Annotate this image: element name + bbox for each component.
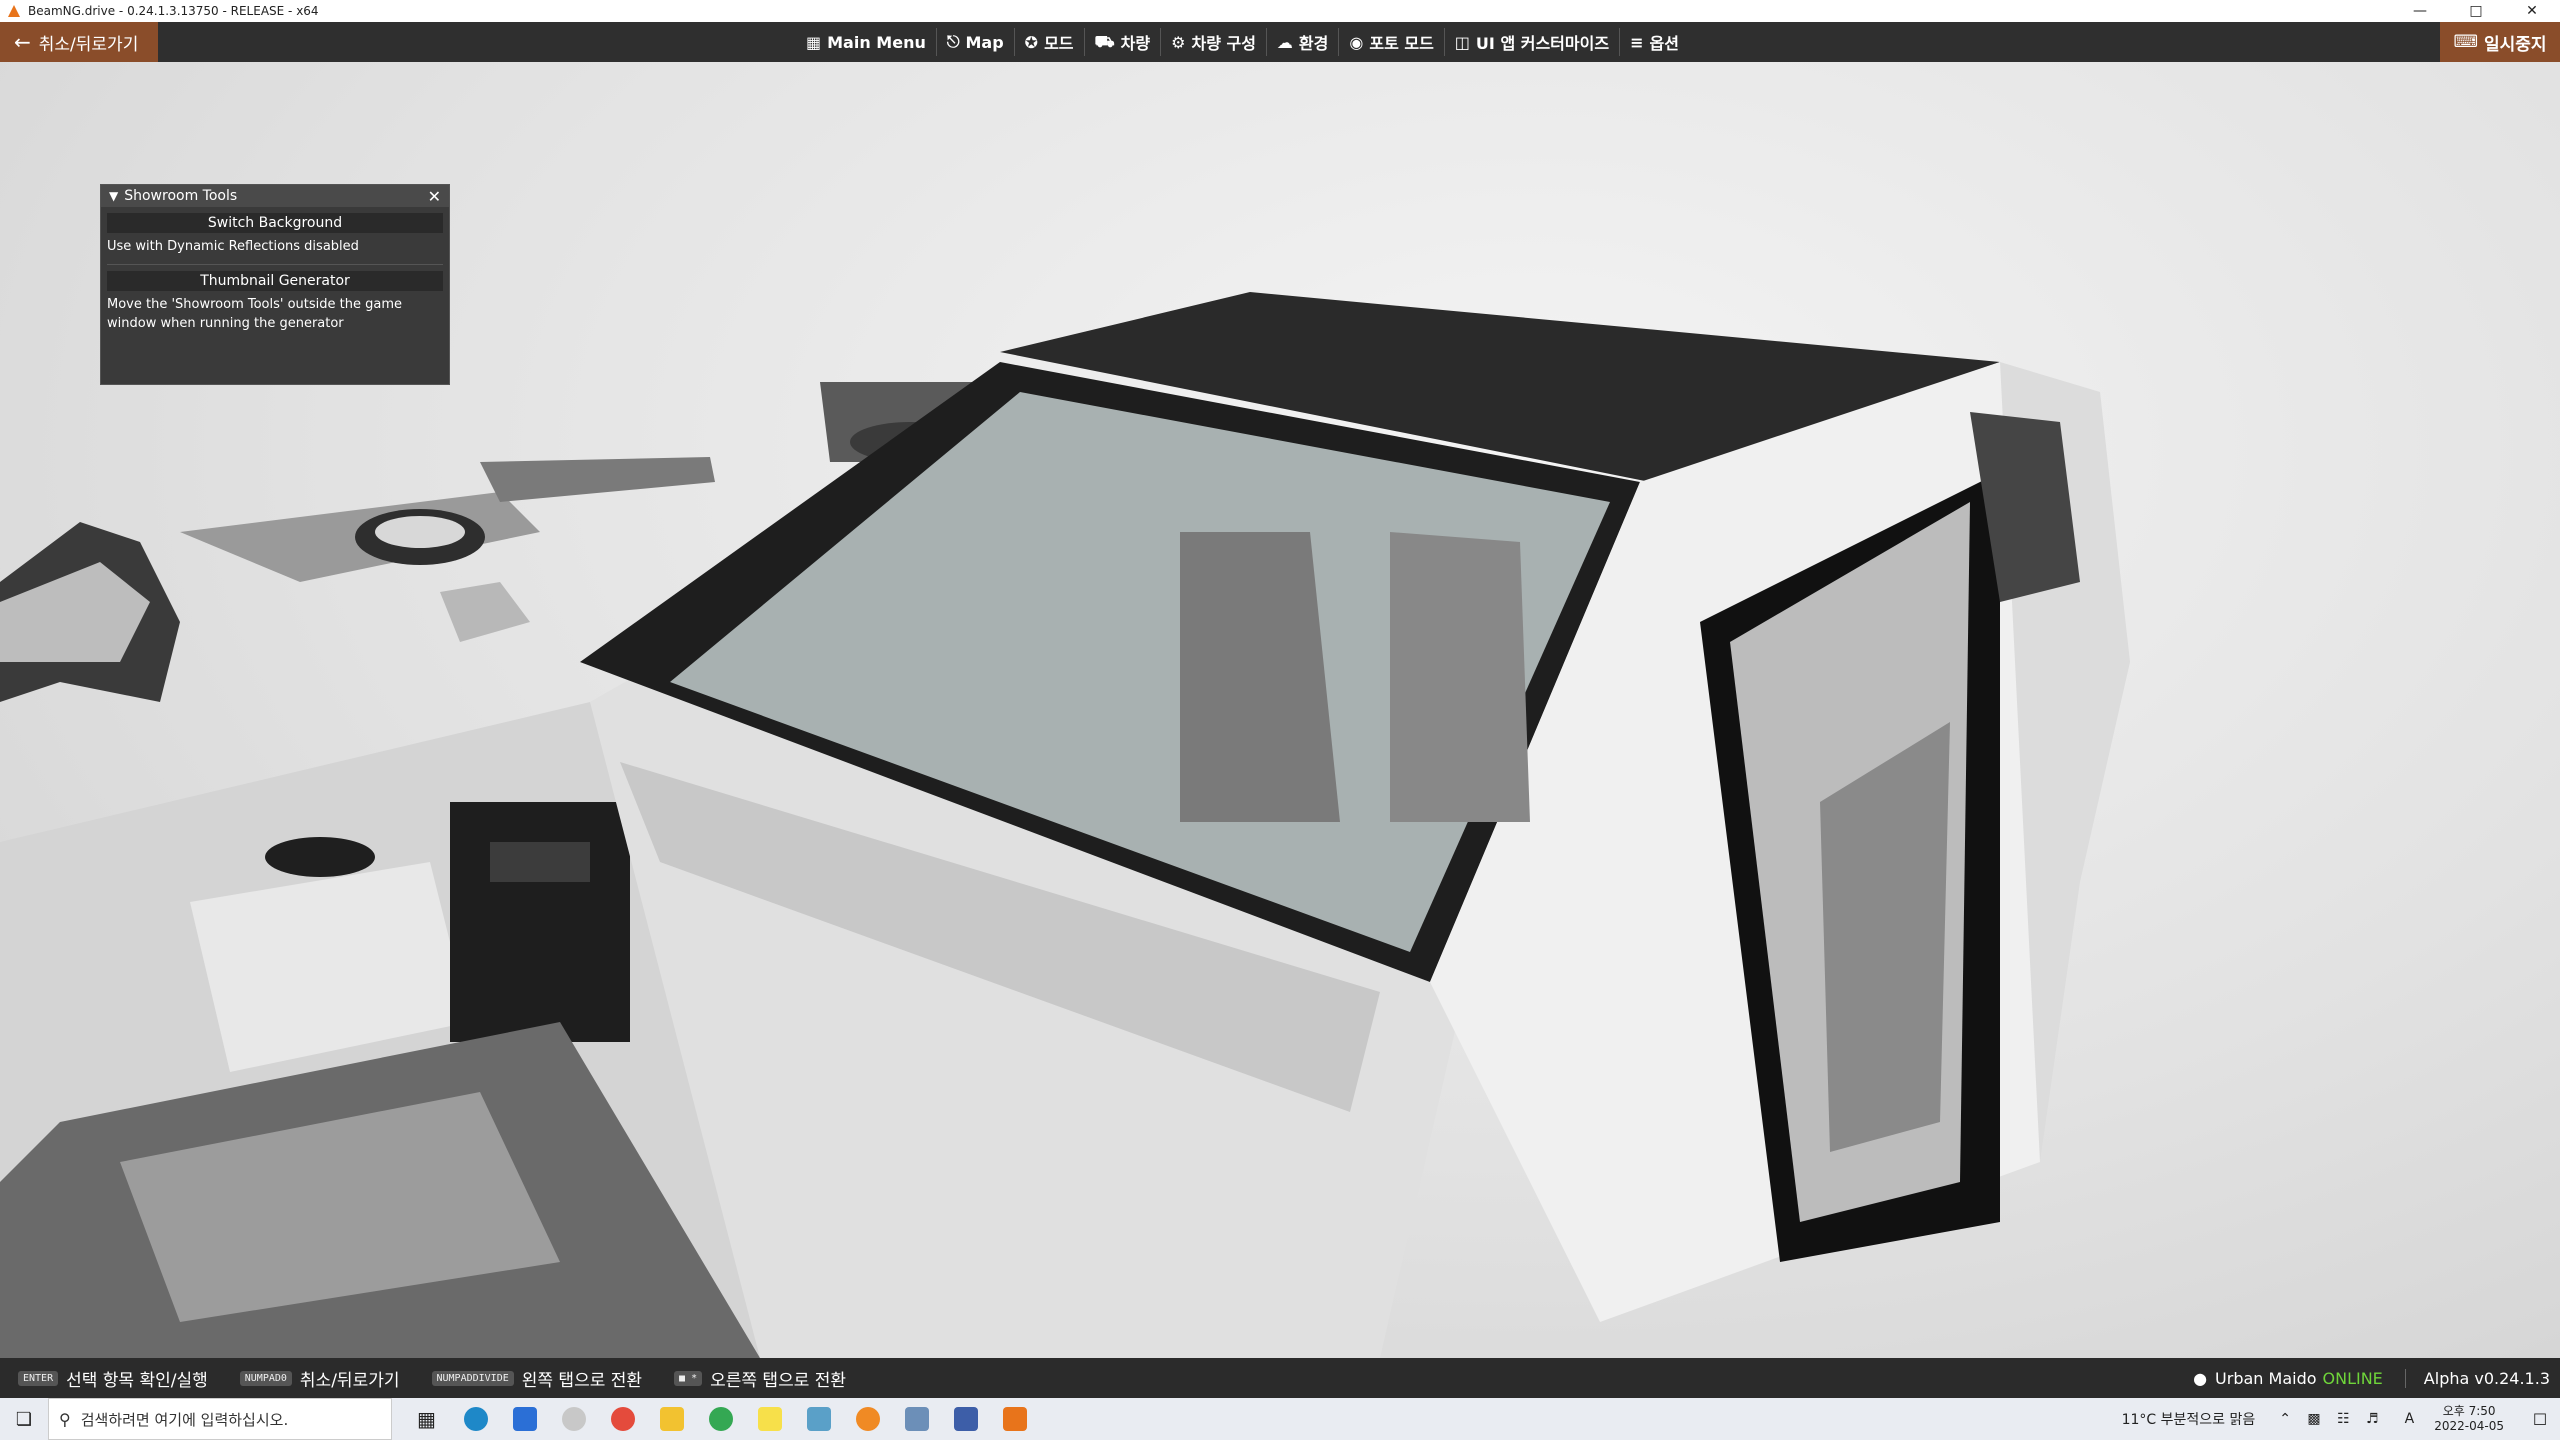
online-indicator: ONLINE bbox=[2322, 1368, 2383, 1388]
menu-label: Map bbox=[965, 32, 1004, 52]
thumbnail-note-line1: Move the 'Showroom Tools' outside the ga… bbox=[107, 297, 403, 312]
menu-item-vehicle-config[interactable]: ⚙ 차량 구성 bbox=[1161, 28, 1267, 56]
chrome-profile-icon[interactable] bbox=[696, 1398, 745, 1440]
menu-item-vehicles[interactable]: ⛟ 차량 bbox=[1085, 28, 1162, 56]
tray-icons[interactable]: ⌃ ▩ ☷ ♬ bbox=[2279, 1411, 2384, 1427]
menu-item-ui-apps[interactable]: ◫ UI 앱 커스터마이즈 bbox=[1445, 28, 1621, 56]
menu-label: Main Menu bbox=[827, 32, 926, 52]
windows-start-icon[interactable]: ❏ bbox=[0, 1398, 48, 1440]
menu-item-options[interactable]: ≡ 옵션 bbox=[1620, 28, 1689, 56]
edge-browser-icon[interactable] bbox=[451, 1398, 500, 1440]
key-badge: NUMPAD0 bbox=[239, 1370, 292, 1386]
collapse-triangle-icon[interactable]: ▼ bbox=[109, 189, 118, 203]
key-badge: ■ * bbox=[674, 1370, 703, 1386]
paint-icon[interactable] bbox=[549, 1398, 598, 1440]
kakaotalk-icon[interactable] bbox=[745, 1398, 794, 1440]
main-menu-items: ▦ Main Menu ⎋ Map ✪ 모드 ⛟ 차량 ⚙ 차량 구성 ☁ 환경 ◉ 포토 모… bbox=[796, 22, 1689, 62]
menu-item-photo-mode[interactable]: ◉ 포토 모드 bbox=[1339, 28, 1445, 56]
panel-title: Showroom Tools bbox=[124, 188, 238, 204]
maximize-icon[interactable]: □ bbox=[2448, 0, 2504, 22]
menu-item-map[interactable]: ⎋ Map bbox=[937, 28, 1015, 56]
search-icon: ⚲ bbox=[59, 1409, 71, 1429]
clock-date: 2022-04-05 bbox=[2434, 1419, 2504, 1433]
camera-icon: ◉ bbox=[1349, 32, 1364, 52]
pause-button-label: 일시중지 bbox=[2483, 34, 2547, 55]
menu-label: 차량 bbox=[1120, 34, 1151, 53]
menu-item-main-menu[interactable]: ▦ Main Menu bbox=[796, 28, 937, 56]
menu-label: UI 앱 커스터마이즈 bbox=[1475, 34, 1610, 53]
panel-header[interactable]: ▼ Showroom Tools ✕ bbox=[101, 185, 449, 207]
system-tray: 11°C 부분적으로 맑음 ⌃ ▩ ☷ ♬ A 오후 7:50 2022-04-… bbox=[2122, 1398, 2560, 1440]
search-placeholder: 검색하려면 여기에 입력하십시오. bbox=[80, 1410, 289, 1429]
menu-label: 옵션 bbox=[1649, 34, 1679, 53]
car-config-icon: ⚙ bbox=[1171, 32, 1186, 52]
hint-tab-right: ■ * 오른쪽 탭으로 전환 bbox=[674, 1366, 846, 1391]
close-icon[interactable]: ✕ bbox=[2504, 0, 2560, 22]
switch-background-button[interactable]: Switch Background bbox=[107, 213, 443, 233]
username: Urban Maido bbox=[2215, 1368, 2317, 1388]
task-view-icon[interactable]: ▦ bbox=[402, 1398, 451, 1440]
window-titlebar: BeamNG.drive - 0.24.1.3.13750 - RELEASE … bbox=[0, 0, 2560, 22]
notification-icon[interactable]: ☐ bbox=[2520, 1410, 2560, 1429]
menu-item-environment[interactable]: ☁ 환경 bbox=[1267, 28, 1340, 56]
clock[interactable]: 오후 7:50 2022-04-05 bbox=[2434, 1404, 2504, 1434]
keyboard-icon: ⌨ bbox=[2453, 32, 2478, 52]
showroom-tools-panel: ▼ Showroom Tools ✕ Switch Background Use… bbox=[100, 184, 450, 385]
taskbar-search-box[interactable]: ⚲ 검색하려면 여기에 입력하십시오. bbox=[48, 1398, 392, 1440]
menu-label: 포토 모드 bbox=[1369, 34, 1434, 53]
car-icon: ⛟ bbox=[1094, 31, 1115, 51]
menu-label: 모드 bbox=[1044, 34, 1074, 53]
switch-background-note: Use with Dynamic Reflections disabled bbox=[107, 239, 359, 254]
game-viewport[interactable]: ▼ Showroom Tools ✕ Switch Background Use… bbox=[0, 62, 2560, 1358]
pause-button[interactable]: ⌨ 일시중지 bbox=[2440, 22, 2560, 62]
back-button[interactable]: ← 취소/뒤로가기 bbox=[0, 22, 158, 62]
hint-confirm: ENTER 선택 항목 확인/실행 bbox=[18, 1366, 208, 1391]
menu-item-mods[interactable]: ✪ 모드 bbox=[1015, 28, 1085, 56]
hint-back: NUMPAD0 취소/뒤로가기 bbox=[239, 1366, 400, 1391]
ui-apps-icon: ◫ bbox=[1454, 32, 1470, 52]
menu-label: 차량 구성 bbox=[1191, 34, 1256, 53]
map-icon: ⎋ bbox=[946, 32, 960, 51]
beamng-taskbar-icon[interactable] bbox=[990, 1398, 1039, 1440]
blender-icon[interactable] bbox=[843, 1398, 892, 1440]
hint-tab-left: NUMPADDIVIDE 왼쪽 탭으로 전환 bbox=[431, 1366, 643, 1391]
file-explorer-icon[interactable] bbox=[647, 1398, 696, 1440]
panel-divider bbox=[107, 264, 443, 265]
online-status: ● Urban Maido ONLINE Alpha v0.24.1.3 bbox=[2193, 1358, 2560, 1398]
sliders-icon: ≡ bbox=[1630, 32, 1644, 52]
app-icon[interactable] bbox=[794, 1398, 843, 1440]
minimize-icon[interactable]: — bbox=[2392, 0, 2448, 22]
window-title: BeamNG.drive - 0.24.1.3.13750 - RELEASE … bbox=[28, 4, 319, 18]
back-button-label: 취소/뒤로가기 bbox=[38, 34, 139, 55]
version-label: Alpha v0.24.1.3 bbox=[2404, 1368, 2560, 1388]
main-menu-icon: ▦ bbox=[806, 32, 822, 52]
editor-icon[interactable] bbox=[941, 1398, 990, 1440]
puzzle-icon: ✪ bbox=[1024, 32, 1039, 52]
taskbar-pinned-apps: ▦ bbox=[402, 1398, 1039, 1440]
close-icon[interactable]: ✕ bbox=[428, 187, 441, 206]
weather-icon: ☁ bbox=[1276, 32, 1293, 52]
hint-label: 선택 항목 확인/실행 bbox=[66, 1370, 208, 1391]
controls-hint-bar: ENTER 선택 항목 확인/실행 NUMPAD0 취소/뒤로가기 NUMPAD… bbox=[0, 1358, 2560, 1398]
steam-icon: ● bbox=[2193, 1368, 2208, 1388]
hint-label: 오른쪽 탭으로 전환 bbox=[710, 1370, 847, 1391]
thumbnail-note-line2: window when running the generator bbox=[107, 316, 344, 331]
weather-widget[interactable]: 11°C 부분적으로 맑음 bbox=[2122, 1409, 2256, 1429]
mail-icon[interactable] bbox=[500, 1398, 549, 1440]
menu-label: 환경 bbox=[1298, 34, 1329, 53]
windows-taskbar: ❏ ⚲ 검색하려면 여기에 입력하십시오. ▦ 11°C 부분적으로 맑음 ⌃ … bbox=[0, 1398, 2560, 1440]
thumbnail-generator-button[interactable]: Thumbnail Generator bbox=[107, 271, 443, 291]
hint-label: 왼쪽 탭으로 전환 bbox=[521, 1370, 643, 1391]
notepad-icon[interactable] bbox=[892, 1398, 941, 1440]
key-badge: ENTER bbox=[18, 1370, 59, 1386]
clock-time: 오후 7:50 bbox=[2442, 1404, 2496, 1418]
game-menu-bar: ← 취소/뒤로가기 ▦ Main Menu ⎋ Map ✪ 모드 ⛟ 차량 ⚙ 차량 구성… bbox=[0, 22, 2560, 62]
thumbnail-generator-note: Move the 'Showroom Tools' outside the ga… bbox=[101, 291, 449, 333]
beamng-app-icon bbox=[8, 5, 20, 17]
chrome-icon[interactable] bbox=[598, 1398, 647, 1440]
arrow-left-icon: ← bbox=[14, 30, 31, 54]
ime-indicator[interactable]: A bbox=[2405, 1411, 2415, 1427]
hint-label: 취소/뒤로가기 bbox=[299, 1370, 400, 1391]
key-badge: NUMPADDIVIDE bbox=[431, 1370, 514, 1386]
